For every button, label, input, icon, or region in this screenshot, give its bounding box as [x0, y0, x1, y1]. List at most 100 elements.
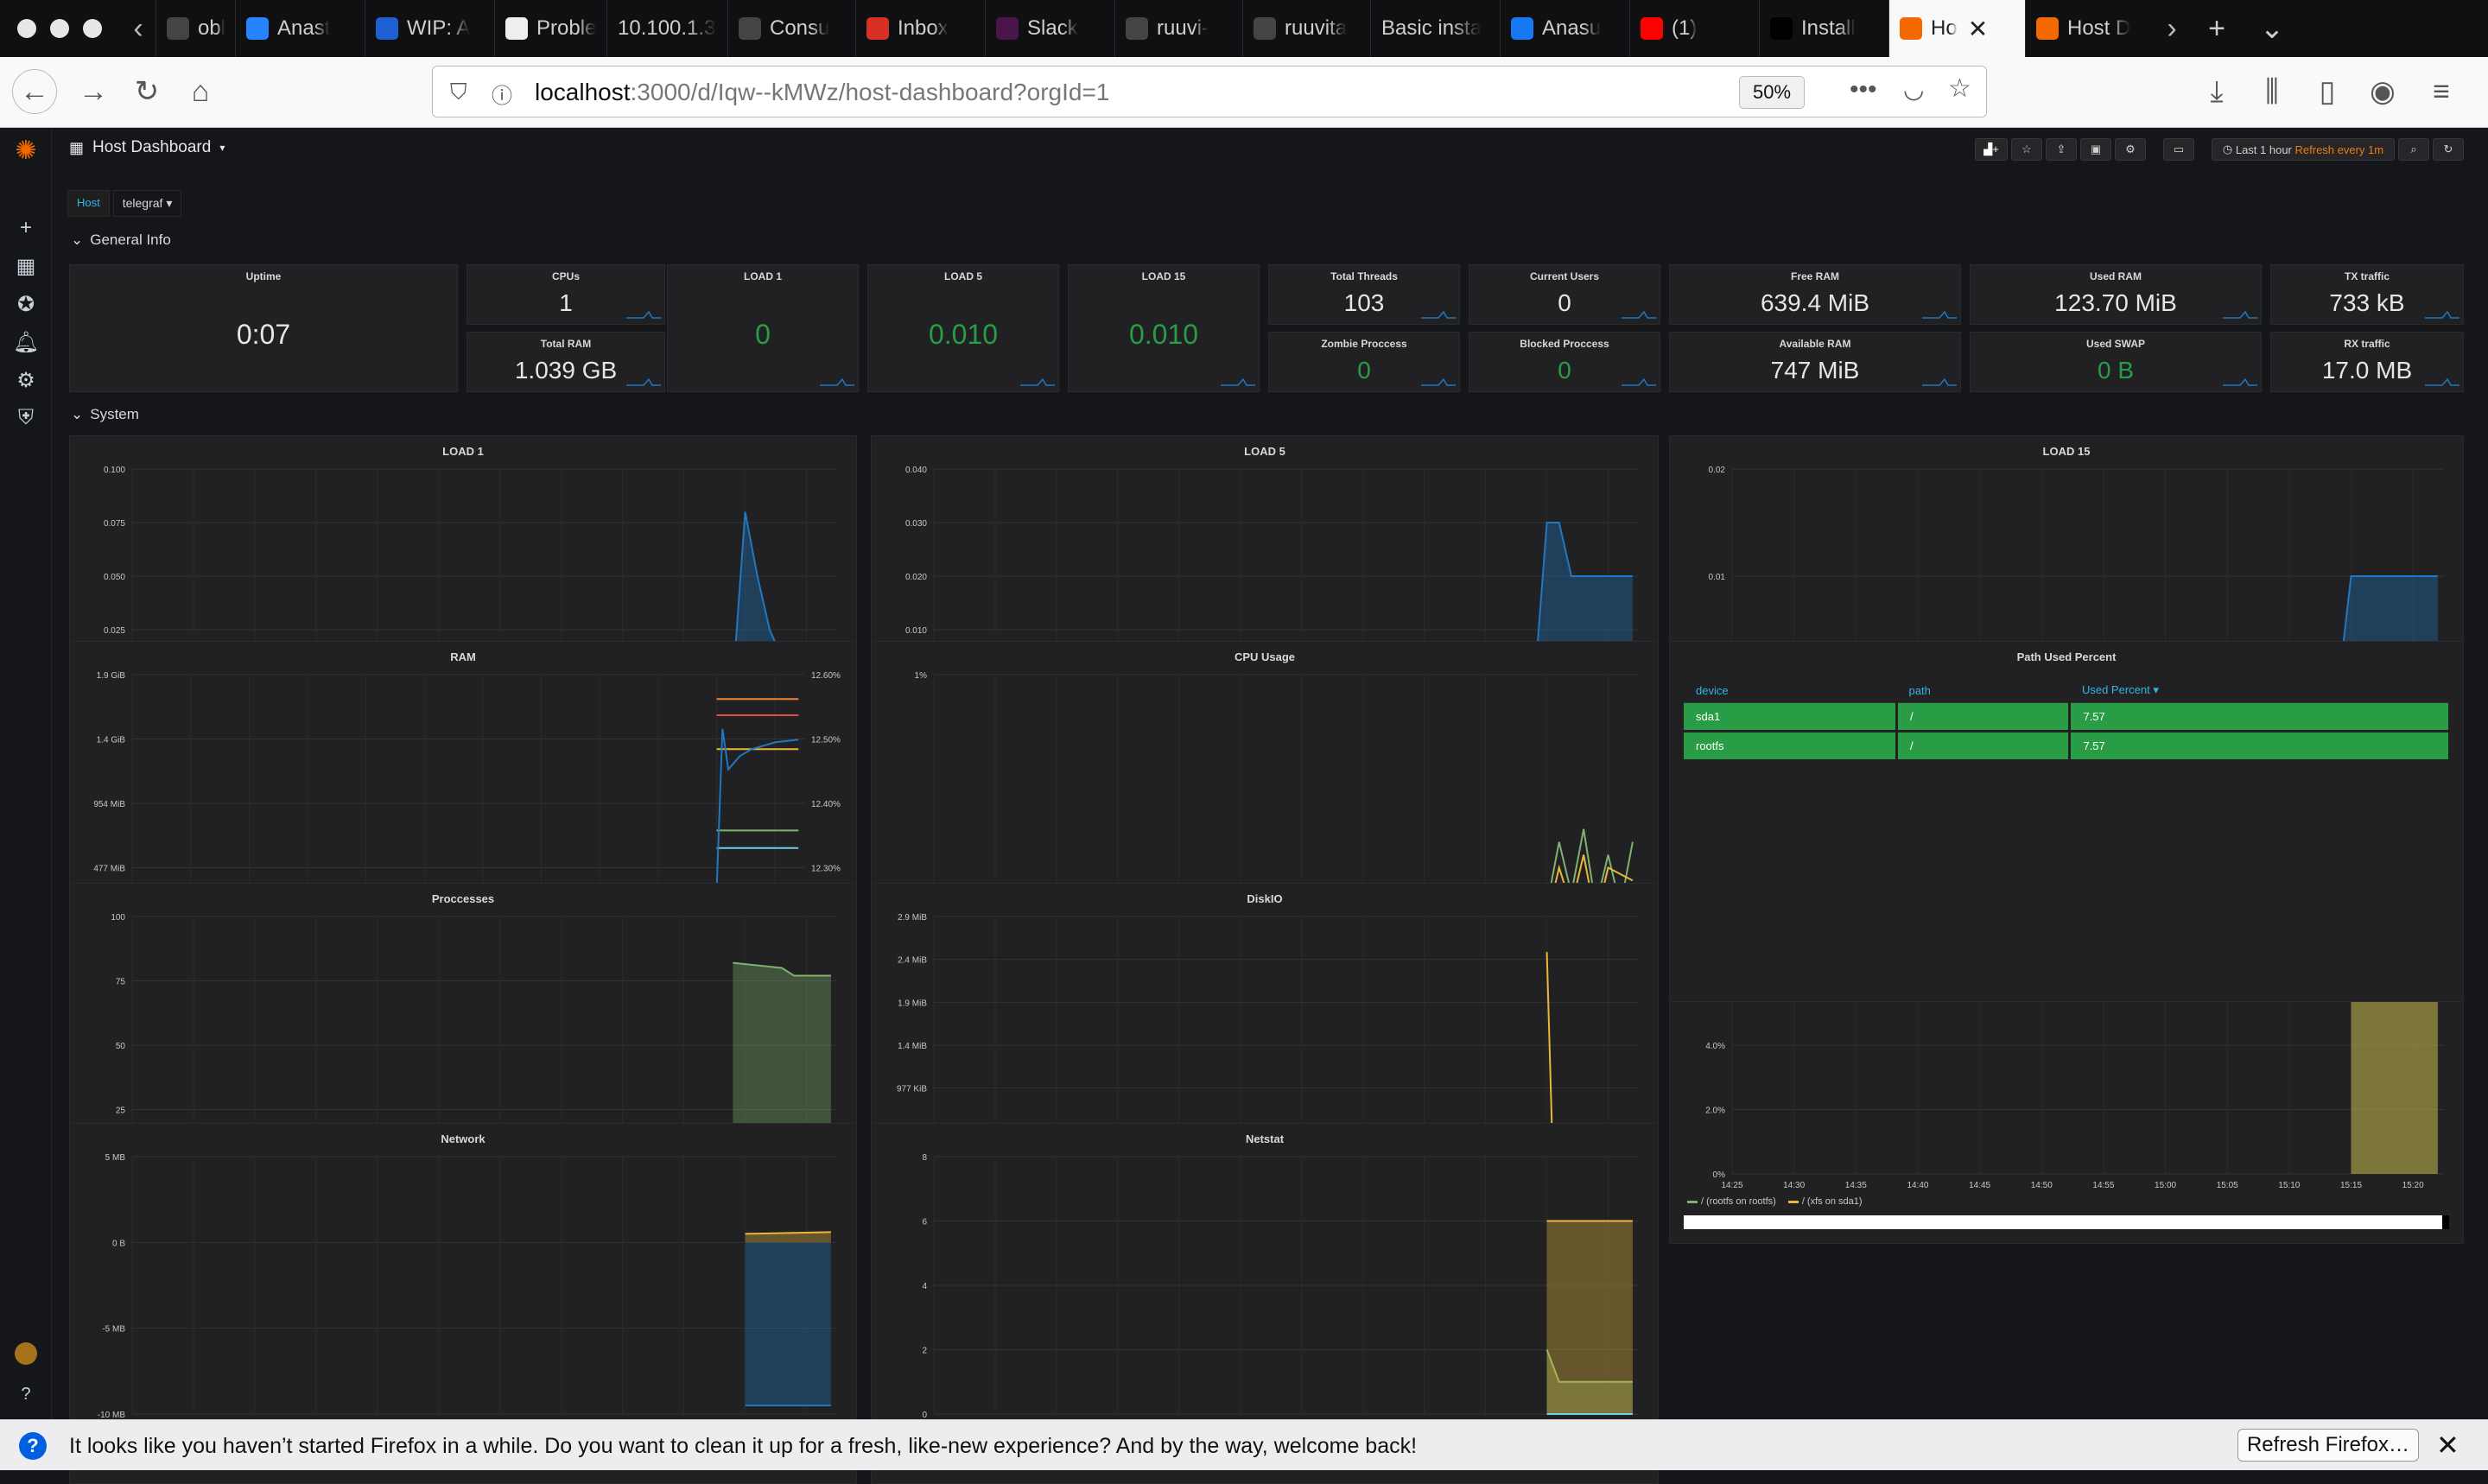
close-window-button[interactable] [17, 19, 36, 38]
tab-7[interactable]: Inbox [855, 0, 985, 57]
tab-16[interactable]: Host D [2025, 0, 2155, 57]
back-button[interactable]: ← [12, 69, 57, 114]
stat-rx-traffic[interactable]: RX traffic 17.0 MB [2270, 332, 2464, 392]
stat-uptime[interactable]: Uptime 0:07 [69, 264, 458, 392]
help-icon[interactable]: ? [12, 1380, 40, 1408]
maximize-window-button[interactable] [83, 19, 102, 38]
tab-11[interactable]: Basic insta [1370, 0, 1500, 57]
stat-tx-traffic[interactable]: TX traffic 733 kB [2270, 264, 2464, 325]
shield-icon[interactable]: ⛨ [12, 404, 40, 432]
stat-zombie-proccess[interactable]: Zombie Proccess 0 [1268, 332, 1460, 392]
variable-select-host[interactable]: telegraf ▾ [112, 190, 182, 217]
refresh-firefox-button[interactable]: Refresh Firefox… [2237, 1429, 2419, 1462]
x-tick-label: 15:10 [2278, 1181, 2300, 1190]
sidebar-toggle-icon[interactable]: ▯ [2305, 69, 2350, 114]
panel-scrollbar[interactable] [1684, 1215, 2449, 1229]
stat-cpus[interactable]: CPUs 1 [466, 264, 665, 325]
minimize-window-button[interactable] [50, 19, 69, 38]
y-tick-label: 954 MiB [93, 800, 125, 809]
time-picker-button[interactable]: ◷ Last 1 hour Refresh every 1m [2212, 138, 2395, 161]
more-actions-icon[interactable]: ••• [1850, 75, 1877, 105]
stat-load-15[interactable]: LOAD 15 0.010 [1068, 264, 1260, 392]
shield-icon[interactable]: ⛉ [450, 79, 467, 106]
explore-icon[interactable]: ✪ [12, 290, 40, 318]
create-icon[interactable]: + [12, 214, 40, 242]
stat-total-ram[interactable]: Total RAM 1.039 GB [466, 332, 665, 392]
stat-used-swap[interactable]: Used SWAP 0 B [1970, 332, 2262, 392]
new-tab-button[interactable]: + [2189, 0, 2244, 57]
settings-gear-button[interactable]: ⚙ [2115, 138, 2146, 161]
refresh-interval-text: Refresh every 1m [2294, 143, 2384, 156]
row-system[interactable]: ⌄ System [71, 406, 139, 423]
tab-12[interactable]: Anasu [1500, 0, 1629, 57]
tv-mode-button[interactable]: ▭ [2163, 138, 2194, 161]
column-header[interactable]: device [1684, 678, 1897, 703]
table-row[interactable]: sda1/7.57 [1684, 702, 2451, 732]
legend-item[interactable]: / (xfs on sda1) [1787, 1196, 1863, 1207]
url-bar[interactable]: ⛉ ⓘ localhost:3000/d/Iqw--kMWz/host-dash… [432, 66, 1987, 117]
zoom-indicator[interactable]: 50% [1739, 76, 1805, 109]
alerting-bell-icon[interactable]: 🔔︎ [12, 328, 40, 356]
sparkline [1421, 310, 1456, 319]
tab-scroll-right-icon[interactable]: › [2155, 0, 2189, 57]
column-header[interactable]: Used Percent ▾ [2069, 678, 2450, 703]
x-tick-label: 14:55 [2092, 1181, 2114, 1190]
tab-9[interactable]: ruuvi- [1114, 0, 1242, 57]
table-row[interactable]: rootfs/7.57 [1684, 731, 2451, 762]
tab-list-chevron-icon[interactable]: ⌄ [2244, 0, 2300, 57]
library-icon[interactable]: ⫼ [2250, 69, 2294, 114]
home-button[interactable]: ⌂ [178, 69, 223, 114]
grafana-icon [2036, 17, 2059, 40]
share-button[interactable]: ⇪ [2046, 138, 2077, 161]
account-icon[interactable]: ◉ [2360, 69, 2405, 114]
tab-15[interactable]: Ho ✕ [1888, 0, 2025, 57]
tab-4[interactable]: Proble [494, 0, 606, 57]
info-icon[interactable]: ⓘ [492, 79, 512, 109]
legend-item[interactable]: / (rootfs on rootfs) [1687, 1196, 1776, 1207]
downloads-icon[interactable]: ⤓ [2194, 69, 2239, 114]
tab-1[interactable]: oble [156, 0, 235, 57]
tab-5[interactable]: 10.100.1.31 [606, 0, 727, 57]
avatar[interactable] [15, 1342, 37, 1365]
add-panel-button[interactable]: ▟+ [1975, 138, 2008, 161]
grafana-logo-icon[interactable]: ✺ [12, 136, 40, 165]
stat-available-ram[interactable]: Available RAM 747 MiB [1669, 332, 1961, 392]
sparkline [820, 377, 854, 386]
bookmark-star-icon[interactable]: ☆ [1948, 73, 1971, 104]
menu-icon[interactable]: ≡ [2419, 69, 2464, 114]
dashboard-title[interactable]: ▦ Host Dashboard ▾ [69, 138, 225, 157]
graph-area[interactable]: 5 MB0 B-5 MB-10 MB14:2514:3014:3514:4014… [70, 1145, 857, 1454]
zoom-out-button[interactable]: ⌕ [2398, 138, 2429, 161]
tab-13[interactable]: (1) [1629, 0, 1759, 57]
star-button[interactable]: ☆ [2011, 138, 2042, 161]
configuration-gear-icon[interactable]: ⚙ [12, 366, 40, 394]
close-icon[interactable]: ✕ [2436, 1429, 2459, 1462]
graph-area[interactable]: 8642014:2514:3014:3514:4014:4514:5014:55… [872, 1145, 1659, 1454]
reload-button[interactable]: ↻ [124, 69, 169, 114]
stat-blocked-proccess[interactable]: Blocked Proccess 0 [1469, 332, 1660, 392]
tab-3[interactable]: WIP: A [365, 0, 494, 57]
save-button[interactable]: ▣ [2080, 138, 2111, 161]
column-header[interactable]: path [1896, 678, 2070, 703]
row-general-info[interactable]: ⌄ General Info [71, 231, 171, 249]
stat-current-users[interactable]: Current Users 0 [1469, 264, 1660, 325]
refresh-button[interactable]: ↻ [2433, 138, 2464, 161]
dashboards-icon[interactable]: ▦ [12, 252, 40, 280]
stat-total-threads[interactable]: Total Threads 103 [1268, 264, 1460, 325]
tab-6[interactable]: Consu [727, 0, 855, 57]
tab-14[interactable]: Install [1759, 0, 1888, 57]
stat-load-1[interactable]: LOAD 1 0 [667, 264, 859, 392]
x-tick-label: 14:50 [2031, 1181, 2053, 1190]
stat-load-5[interactable]: LOAD 5 0.010 [867, 264, 1059, 392]
stat-used-ram[interactable]: Used RAM 123.70 MiB [1970, 264, 2262, 325]
tab-2[interactable]: Anast [235, 0, 365, 57]
path-used-percent-panel[interactable]: Path Used Percent device path Used Percent… [1669, 641, 2464, 1002]
forward-button[interactable]: → [71, 69, 116, 114]
tab-scroll-left-icon[interactable]: ‹ [121, 0, 156, 57]
tab-10[interactable]: ruuvita [1242, 0, 1370, 57]
tab-8[interactable]: Slack [985, 0, 1114, 57]
pocket-icon[interactable]: ◡ [1903, 75, 1924, 104]
stat-free-ram[interactable]: Free RAM 639.4 MiB [1669, 264, 1961, 325]
url-text[interactable]: localhost:3000/d/Iqw--kMWz/host-dashboar… [535, 79, 1109, 106]
close-tab-icon[interactable]: ✕ [1968, 15, 1988, 43]
